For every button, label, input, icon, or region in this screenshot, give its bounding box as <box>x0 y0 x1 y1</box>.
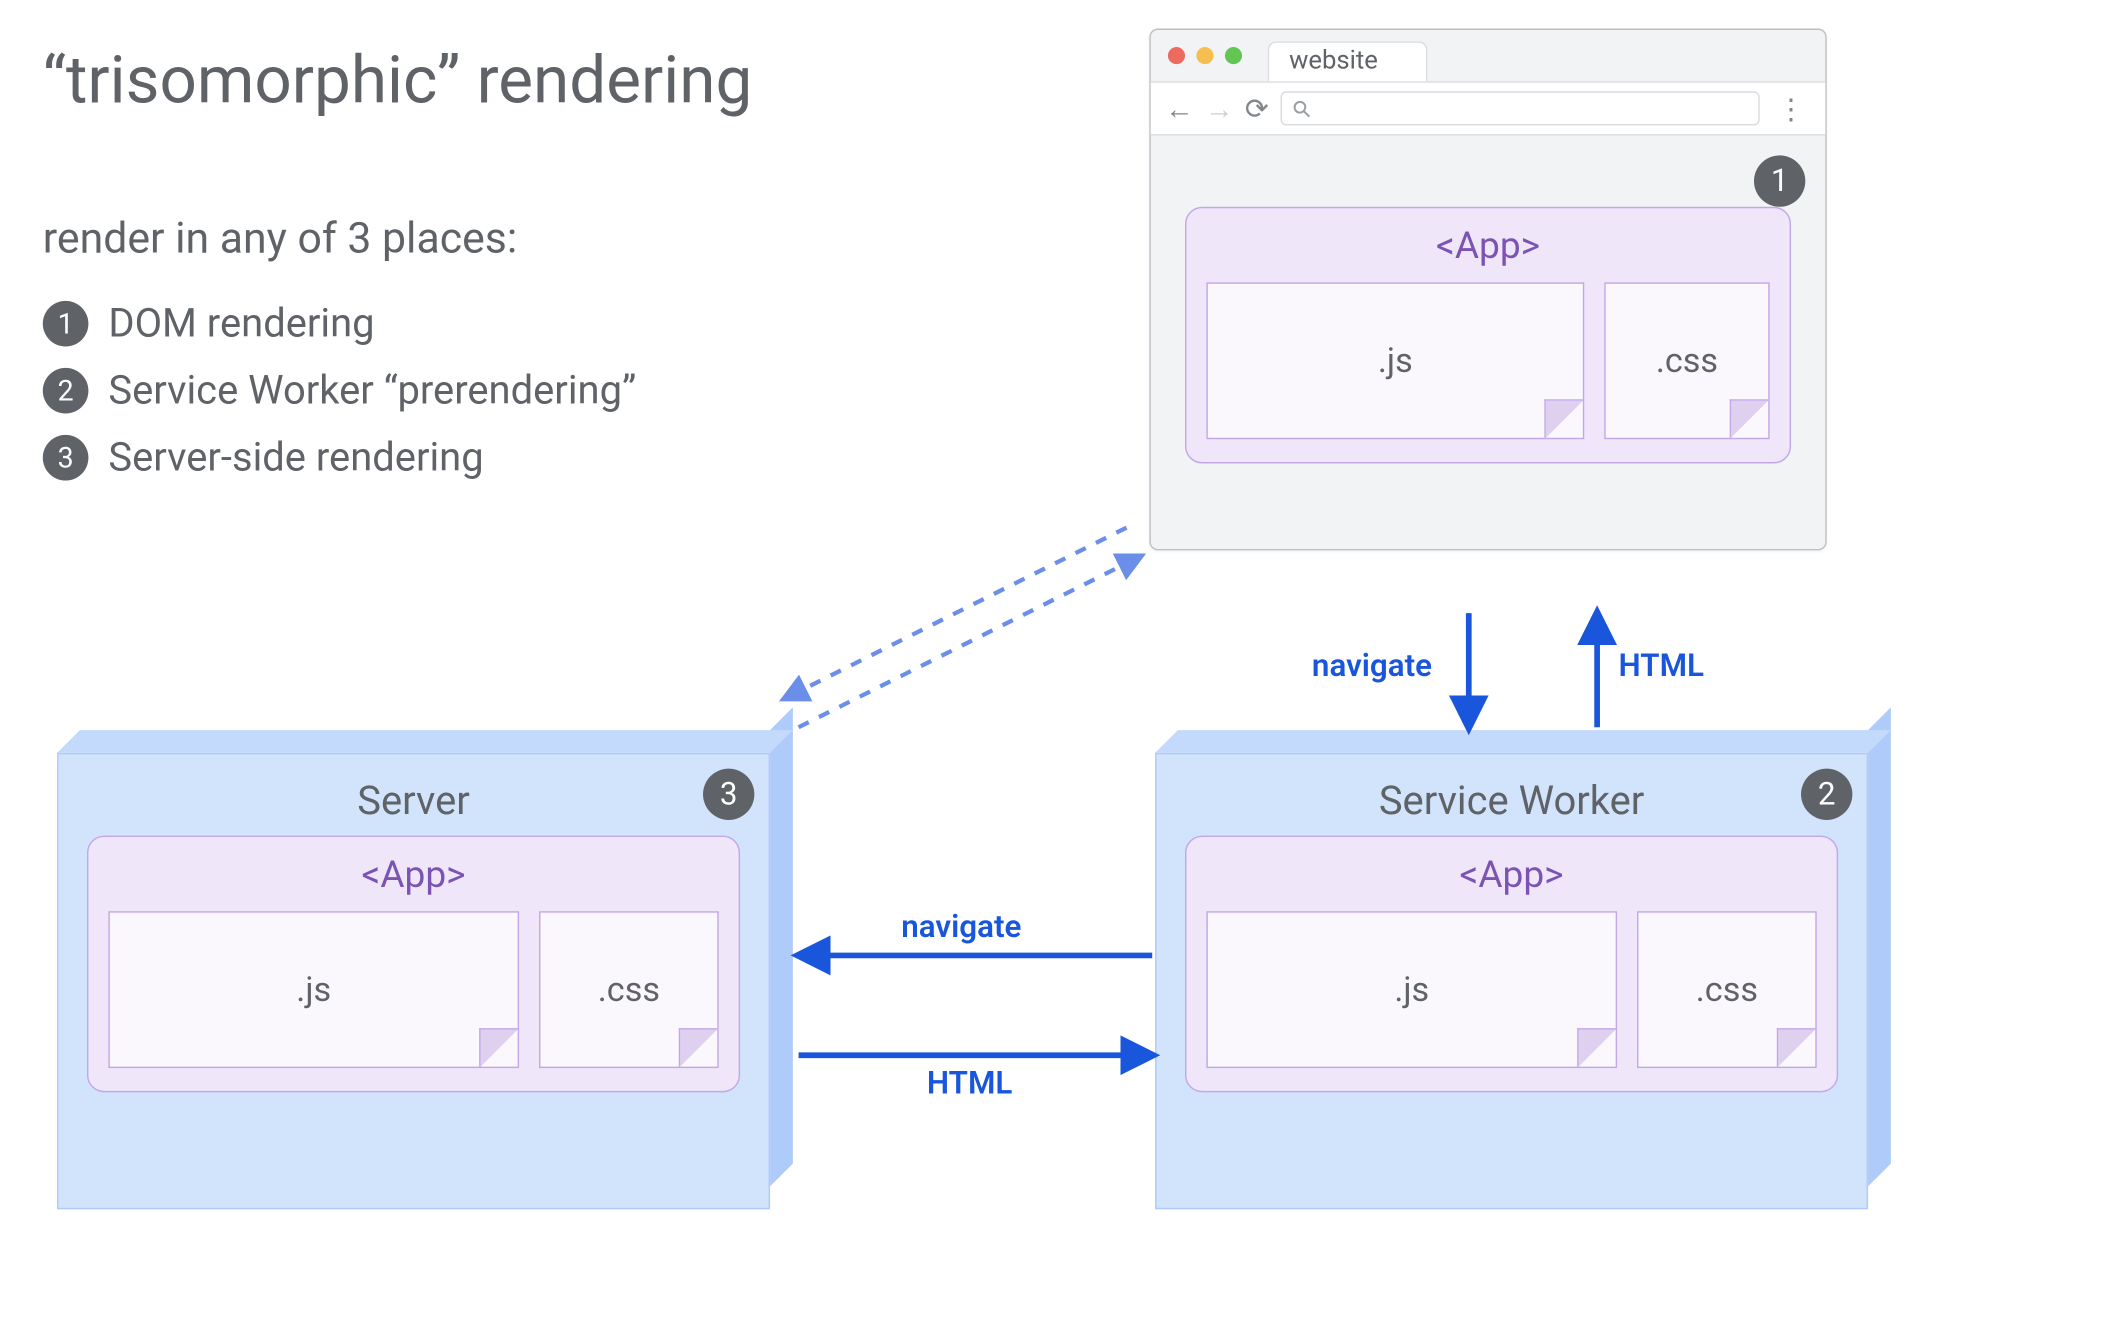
app-label: <App> <box>1206 854 1816 897</box>
search-icon: ⚲ <box>1286 93 1317 124</box>
maximize-icon <box>1225 47 1242 64</box>
js-file-icon: .js <box>108 911 519 1068</box>
app-panel: <App> .js .css <box>1185 836 1838 1093</box>
css-file-icon: .css <box>1604 282 1769 439</box>
list-item-label: Service Worker “prerendering” <box>108 366 636 413</box>
list-item-label: DOM rendering <box>108 299 374 346</box>
js-file-icon: .js <box>1206 911 1617 1068</box>
arrow-label-html: HTML <box>927 1067 1012 1103</box>
bullet-number: 1 <box>43 300 89 346</box>
browser-viewport: 1 <App> .js .css <box>1151 135 1825 549</box>
list-item: 2 Service Worker “prerendering” <box>43 366 637 413</box>
arrow-dashed-down <box>784 528 1126 699</box>
server-box: 3 Server <App> .js .css <box>57 753 770 1209</box>
browser-toolbar: ← → ⟳ ⚲ ⋮ <box>1151 81 1825 135</box>
bullet-number: 3 <box>43 434 89 480</box>
page-subtitle: render in any of 3 places: <box>43 214 517 264</box>
app-label: <App> <box>1206 225 1769 268</box>
css-file-icon: .css <box>1637 911 1817 1068</box>
js-file-icon: .js <box>1206 282 1584 439</box>
close-icon <box>1168 47 1185 64</box>
app-panel: <App> .js .css <box>1185 207 1791 464</box>
browser-window: website ← → ⟳ ⚲ ⋮ 1 <App> .js .css <box>1149 29 1826 551</box>
box-title: Service Worker <box>1185 777 1838 824</box>
back-icon: ← <box>1165 94 1194 123</box>
badge-number: 3 <box>703 769 754 820</box>
places-list: 1 DOM rendering 2 Service Worker “preren… <box>43 299 637 500</box>
arrow-label-navigate: navigate <box>1312 649 1432 685</box>
window-traffic-lights <box>1168 47 1242 64</box>
service-worker-box: 2 Service Worker <App> .js .css <box>1155 753 1868 1209</box>
arrow-dashed-up <box>799 556 1141 727</box>
forward-icon: → <box>1205 94 1234 123</box>
menu-icon: ⋮ <box>1771 91 1811 125</box>
page-title: “trisomorphic” rendering <box>43 43 753 120</box>
badge-number: 2 <box>1801 769 1852 820</box>
bullet-number: 2 <box>43 367 89 413</box>
app-label: <App> <box>108 854 718 897</box>
app-panel: <App> .js .css <box>87 836 740 1093</box>
arrow-label-navigate: navigate <box>901 910 1021 946</box>
browser-tabstrip: website <box>1151 30 1825 81</box>
reload-icon: ⟳ <box>1245 94 1269 123</box>
badge-number: 1 <box>1754 155 1805 206</box>
arrow-label-html: HTML <box>1619 649 1704 685</box>
url-bar: ⚲ <box>1280 91 1759 125</box>
minimize-icon <box>1196 47 1213 64</box>
browser-tab: website <box>1268 41 1428 81</box>
list-item-label: Server-side rendering <box>108 434 483 481</box>
box-title: Server <box>87 777 740 824</box>
css-file-icon: .css <box>539 911 719 1068</box>
list-item: 3 Server-side rendering <box>43 434 637 481</box>
list-item: 1 DOM rendering <box>43 299 637 346</box>
